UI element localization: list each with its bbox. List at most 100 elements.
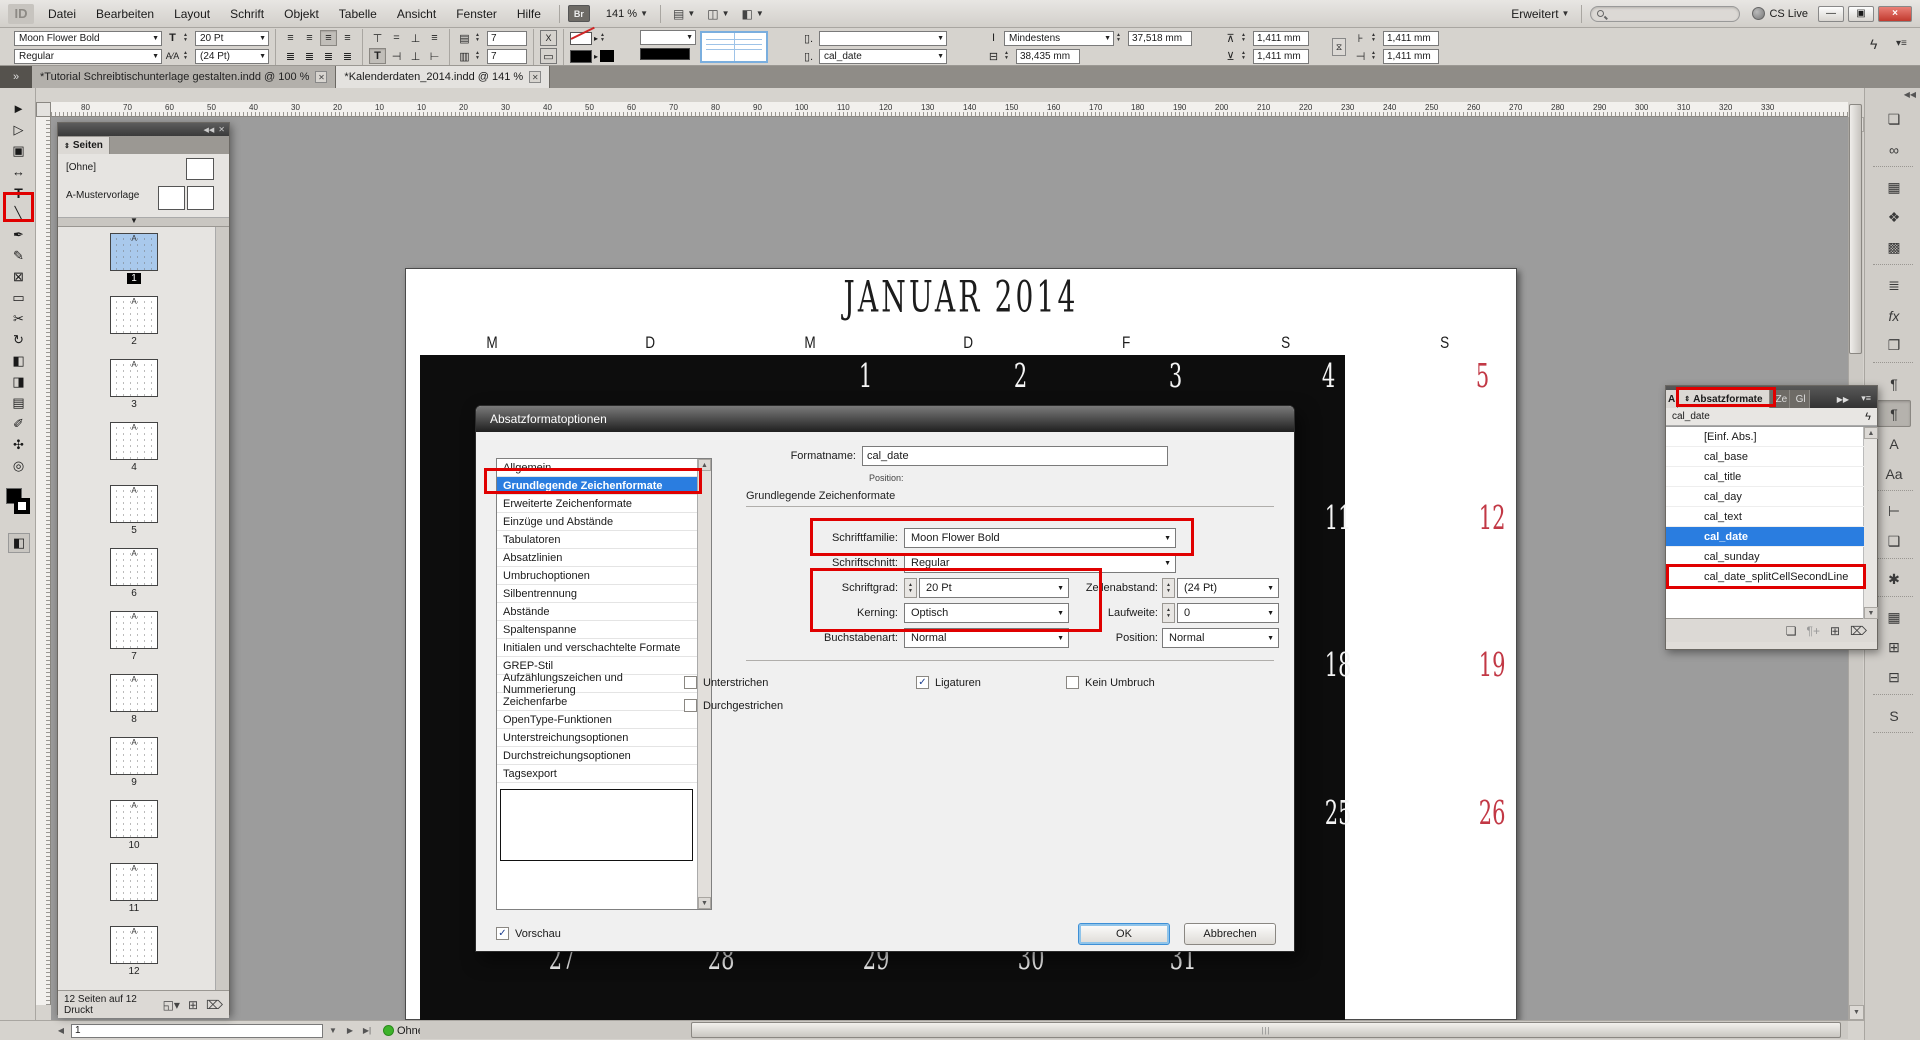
zeilenabstand-stepper[interactable]: ▲▼ (1162, 578, 1175, 598)
page-number-5[interactable]: 5 (110, 525, 158, 536)
gap-tool[interactable]: ↔ (6, 161, 31, 182)
type-tool[interactable]: T (6, 182, 31, 203)
eyedropper-tool[interactable]: ✐ (6, 413, 31, 434)
workspace-switcher[interactable]: Erweitert▼ (1507, 5, 1573, 23)
dialog-titlebar[interactable]: Absatzformatoptionen (476, 406, 1294, 432)
view-options-dropdown[interactable]: ▤▼ (669, 5, 699, 23)
inset-top-stepper[interactable]: ▲▼ (1241, 31, 1251, 46)
row-height-mode-combo[interactable]: Mindestens▼ (1004, 31, 1114, 46)
drop-cap-chars-stepper[interactable]: ▲▼ (475, 49, 485, 64)
stroke-weight-stepper[interactable]: ▲▼ (600, 31, 610, 46)
vertical-scroll-thumb[interactable] (1849, 104, 1862, 354)
justify-left-icon[interactable]: ≣ (282, 48, 299, 64)
pen-tool[interactable]: ✒ (6, 224, 31, 245)
dialog-section-9[interactable]: Abstände (497, 603, 697, 621)
scissors-tool[interactable]: ✂ (6, 308, 31, 329)
justify-icon[interactable]: ≡ (339, 30, 356, 46)
menu-ansicht[interactable]: Ansicht (387, 3, 446, 25)
page-thumbnail-3[interactable]: A (110, 359, 158, 397)
unterstrichen-checkbox[interactable]: Unterstrichen (684, 676, 768, 689)
inset-top-field[interactable]: 1,411 mm (1253, 31, 1309, 46)
menu-fenster[interactable]: Fenster (446, 3, 507, 25)
inset-right-field[interactable]: 1,411 mm (1383, 49, 1439, 64)
drop-cap-lines-field[interactable]: 7 (487, 31, 527, 46)
valign-top-icon[interactable]: ⊤ (369, 30, 386, 46)
swatches-panel-icon[interactable]: ❖ (1877, 204, 1911, 231)
durchgestrichen-checkbox[interactable]: Durchgestrichen (684, 699, 783, 712)
restore-button[interactable]: ▣ (1848, 6, 1874, 22)
style-item-cal_date[interactable]: cal_date (1666, 527, 1864, 547)
link-insets-icon[interactable]: ⧖ (1332, 38, 1346, 56)
expand-tabs-icon[interactable]: ▶▶ (1837, 395, 1849, 404)
dialog-section-1[interactable]: Allgemein (497, 459, 697, 477)
dialog-section-13[interactable]: Aufzählungszeichen und Nummerierung (497, 675, 697, 693)
tab-ze[interactable]: Ze (1770, 390, 1790, 408)
schriftschnitt-combo[interactable]: Regular▼ (904, 553, 1176, 573)
fill-black-swatch[interactable] (570, 50, 592, 63)
links-panel-icon[interactable]: ∞ (1877, 136, 1911, 163)
rotate-text-icon[interactable]: ⊣ (388, 48, 405, 64)
zoom-level-dropdown[interactable]: 141 %▼ (602, 6, 652, 22)
page-thumbnail-4[interactable]: A (110, 422, 158, 460)
object-effects-panel-icon[interactable]: ❐ (1877, 332, 1911, 359)
hand-tool[interactable]: ✣ (6, 434, 31, 455)
align-center-icon[interactable]: ≡ (301, 30, 318, 46)
rectangle-frame-tool[interactable]: ⊠ (6, 266, 31, 287)
arrange-documents-dropdown[interactable]: ◧▼ (738, 5, 768, 23)
free-transform-tool[interactable]: ↻ (6, 329, 31, 350)
character-style-combo[interactable]: ▼ (819, 31, 947, 46)
font-size-combo[interactable]: 20 Pt▼ (195, 31, 269, 46)
page-number-10[interactable]: 10 (110, 840, 158, 851)
last-page-icon[interactable]: ▶| (360, 1024, 374, 1038)
master-a-mustervorlage[interactable]: A-Mustervorlage (66, 190, 139, 201)
doc-tab-kalenderdaten[interactable]: *Kalenderdaten_2014.indd @ 141 % ✕ (336, 66, 550, 88)
master-a-thumbnail-right[interactable] (187, 186, 214, 210)
line-tool[interactable]: ╲ (6, 203, 31, 224)
inset-bottom-stepper[interactable]: ▲▼ (1241, 49, 1251, 64)
grid-icon[interactable]: ▭ (540, 48, 557, 64)
scroll-down-icon[interactable]: ▼ (698, 897, 711, 909)
page-thumbnail-9[interactable]: A (110, 737, 158, 775)
doc-tab-tutorial[interactable]: *Tutorial Schreibtischunterlage gestalte… (32, 66, 336, 88)
page-number-3[interactable]: 3 (110, 399, 158, 410)
first-page-icon[interactable]: ◀ (54, 1024, 68, 1038)
style-item-EinfAbs[interactable]: [Einf. Abs.] (1666, 427, 1864, 447)
style-item-cal_date_splitCellSecondLine[interactable]: cal_date_splitCellSecondLine (1666, 567, 1864, 587)
dialog-section-7[interactable]: Umbruchoptionen (497, 567, 697, 585)
character-styles-panel-icon[interactable]: A (1877, 430, 1911, 457)
rectangle-tool[interactable]: ▭ (6, 287, 31, 308)
menu-hilfe[interactable]: Hilfe (507, 3, 551, 25)
style-item-cal_text[interactable]: cal_text (1666, 507, 1864, 527)
table-panel-icon[interactable]: ▦ (1877, 174, 1911, 201)
dialog-section-6[interactable]: Absatzlinien (497, 549, 697, 567)
dialog-section-8[interactable]: Silbentrennung (497, 585, 697, 603)
dialog-section-3[interactable]: Erweiterte Zeichenformate (497, 495, 697, 513)
skew-icon[interactable]: ⊢ (426, 48, 443, 64)
row-height-stepper[interactable]: ▲▼ (1116, 31, 1126, 46)
valign-justify-icon[interactable]: ≡ (426, 30, 443, 46)
tab-gl[interactable]: Gl (1790, 390, 1810, 408)
styles-panel-menu-icon[interactable]: ▾≡ (1861, 393, 1871, 404)
justify-all-icon[interactable]: ≣ (339, 48, 356, 64)
scroll-up-icon[interactable]: ▲ (698, 459, 711, 471)
font-style-combo[interactable]: Regular▼ (14, 49, 162, 64)
dialog-section-16[interactable]: Unterstreichungsoptionen (497, 729, 697, 747)
scroll-down-icon[interactable]: ▼ (1849, 1005, 1864, 1020)
page-thumbnail-11[interactable]: A (110, 863, 158, 901)
pages-panel-titlebar[interactable]: ◀◀ ✕ (58, 123, 229, 136)
new-page-icon[interactable]: ⊞ (188, 998, 198, 1012)
inset-right-stepper[interactable]: ▲▼ (1371, 49, 1381, 64)
row-height-field[interactable]: 37,518 mm (1128, 31, 1192, 46)
kein-umbruch-checkbox[interactable]: Kein Umbruch (1066, 676, 1155, 689)
master-ohne-thumbnail[interactable] (186, 158, 214, 180)
baseline-shift-icon[interactable]: ⊥ (407, 48, 424, 64)
page-dropdown-icon[interactable]: ▼ (326, 1024, 340, 1038)
object-style-combo[interactable]: ▼ (640, 30, 696, 45)
style-item-cal_title[interactable]: cal_title (1666, 467, 1864, 487)
object-styles-panel-icon[interactable]: ❑ (1877, 528, 1911, 555)
pages-scrollbar[interactable] (215, 227, 229, 990)
page-thumbnail-5[interactable]: A (110, 485, 158, 523)
page-thumbnail-1[interactable]: A (110, 233, 158, 271)
page-number-4[interactable]: 4 (110, 462, 158, 473)
dialog-section-11[interactable]: Initialen und verschachtelte Formate (497, 639, 697, 657)
